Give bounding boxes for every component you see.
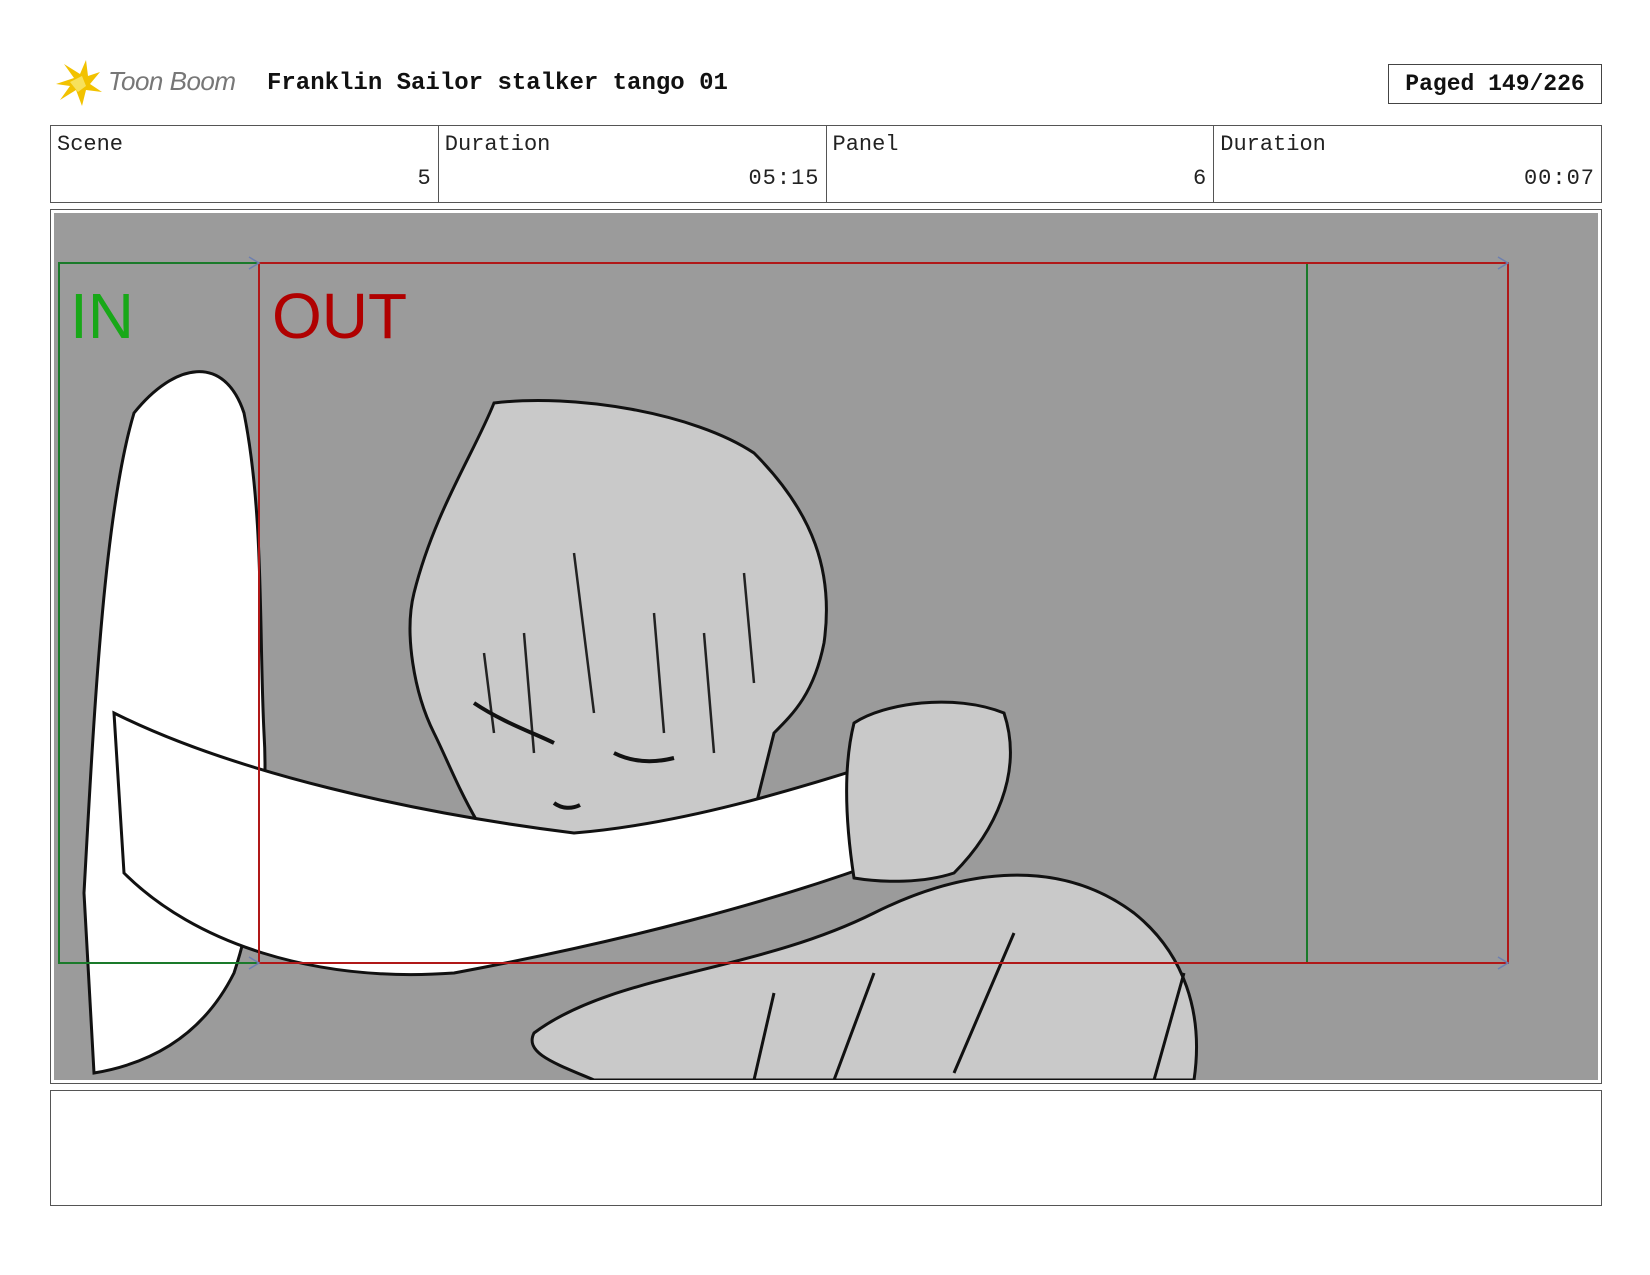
panel-duration-cell: Duration 00:07 <box>1214 126 1601 202</box>
document-title: Franklin Sailor stalker tango 01 <box>267 70 728 97</box>
out-label: OUT <box>272 280 407 352</box>
scene-cell: Scene 5 <box>51 126 439 202</box>
toon-boom-logo: Toon Boom <box>52 58 252 110</box>
panel-duration-value: 00:07 <box>1523 166 1595 191</box>
star-burst-icon <box>56 60 102 106</box>
scene-duration-label: Duration <box>444 132 551 157</box>
scene-value: 5 <box>417 166 432 191</box>
scene-duration-cell: Duration 05:15 <box>439 126 827 202</box>
logo-text: Toon Boom <box>108 66 236 96</box>
scene-duration-value: 05:15 <box>748 166 820 191</box>
in-label: IN <box>70 280 134 352</box>
panel-notes-box <box>50 1090 1602 1206</box>
page-counter-badge: Paged 149/226 <box>1388 64 1602 104</box>
scene-label: Scene <box>57 132 124 157</box>
storyboard-panel-drawing: IN OUT <box>54 213 1598 1080</box>
scene-info-table: Scene 5 Duration 05:15 Panel 6 Duration … <box>50 125 1602 203</box>
panel-value: 6 <box>1193 166 1208 191</box>
panel-duration-label: Duration <box>1220 132 1326 157</box>
panel-cell: Panel 6 <box>827 126 1215 202</box>
panel-label: Panel <box>832 132 899 157</box>
